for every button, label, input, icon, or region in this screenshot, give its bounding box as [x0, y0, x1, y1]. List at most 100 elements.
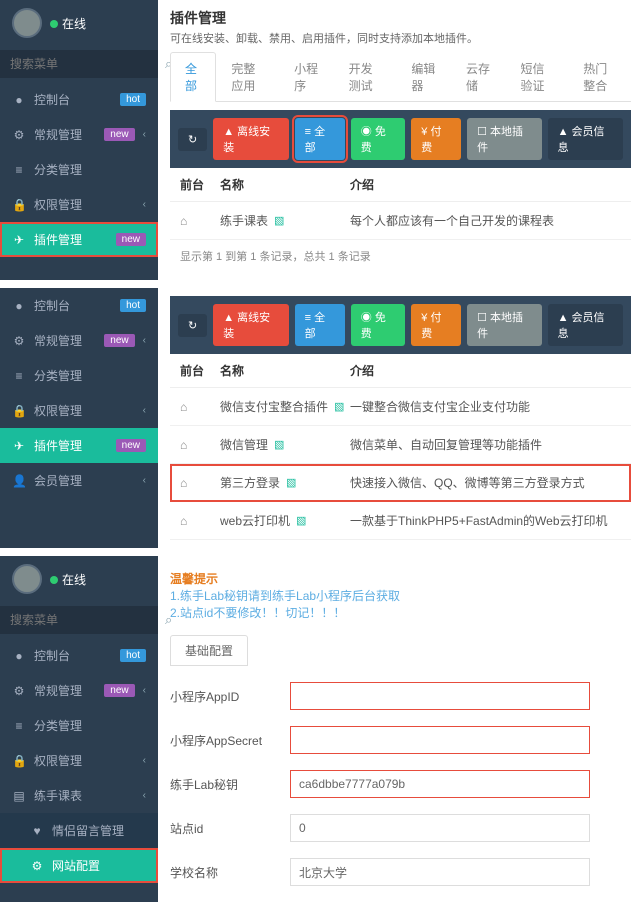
toolbar-button[interactable]: ☐ 本地插件	[467, 304, 541, 346]
table-row[interactable]: ⌂第三方登录 ▧快速接入微信、QQ、微博等第三方登录方式	[170, 464, 631, 502]
badge: new	[104, 334, 134, 347]
top-tab[interactable]: 编辑器	[396, 52, 451, 101]
table-row[interactable]: ⌂微信支付宝整合插件 ▧一键整合微信支付宝企业支付功能	[170, 388, 631, 426]
nav-label: 权限管理	[34, 196, 135, 213]
config-tab[interactable]: 基础配置	[170, 635, 248, 666]
th-front: 前台	[180, 362, 220, 379]
table-row[interactable]: ⌂web云打印机 ▧一款基于ThinkPHP5+FastAdmin的Web云打印…	[170, 502, 631, 540]
panel-3: 在线 ⌕ ●控制台hot⚙常规管理new‹≡分类管理🔒权限管理‹▤练手课表‹ ♥…	[0, 556, 643, 902]
toolbar-button[interactable]: ▲ 会员信息	[548, 304, 623, 346]
toolbar-button[interactable]: ¥ 付费	[411, 304, 461, 346]
user-area: 在线	[0, 0, 158, 46]
nav-item[interactable]: ⚙网站配置	[0, 848, 158, 883]
nav-item[interactable]: ●控制台hot	[0, 288, 158, 323]
nav-list: ●控制台hot⚙常规管理new‹≡分类管理🔒权限管理‹✈插件管理new👤会员管理…	[0, 288, 158, 498]
form-label: 站点id	[170, 820, 290, 837]
nav-label: 常规管理	[34, 332, 96, 349]
toolbar-button[interactable]: ◉ 免费	[351, 118, 406, 160]
panel-1: 在线 ⌕ ●控制台hot⚙常规管理new‹≡分类管理🔒权限管理‹✈插件管理new…	[0, 0, 643, 280]
top-tab[interactable]: 云存储	[451, 52, 506, 101]
sidebar: ●控制台hot⚙常规管理new‹≡分类管理🔒权限管理‹✈插件管理new👤会员管理…	[0, 288, 158, 548]
nav-item[interactable]: ✈插件管理new	[0, 428, 158, 463]
top-tab[interactable]: 开发测试	[334, 52, 397, 101]
cell-front: ⌂	[180, 214, 220, 228]
toolbar-button[interactable]: ▲ 离线安装	[213, 304, 288, 346]
table-row[interactable]: ⌂微信管理 ▧微信菜单、自动回复管理等功能插件	[170, 426, 631, 464]
form-input[interactable]	[290, 682, 590, 710]
nav-label: 控制台	[34, 91, 112, 108]
nav-item[interactable]: ⚙常规管理new‹	[0, 323, 158, 358]
main: ↻▲ 离线安装≡ 全部◉ 免费¥ 付费☐ 本地插件▲ 会员信息 前台 名称 介绍…	[158, 288, 643, 548]
sub-nav: ♥情侣留言管理⚙网站配置	[0, 813, 158, 883]
table-row[interactable]: ⌂练手课表 ▧每个人都应该有一个自己开发的课程表	[170, 202, 631, 240]
cell-name: 微信管理 ▧	[220, 436, 350, 453]
top-tab[interactable]: 全部	[170, 52, 216, 102]
form-input[interactable]	[290, 726, 590, 754]
toolbar-button[interactable]: ☐ 本地插件	[467, 118, 541, 160]
nav-label: 常规管理	[34, 682, 96, 699]
nav-label: 权限管理	[34, 402, 135, 419]
nav-item[interactable]: ✈插件管理new	[0, 222, 158, 257]
toolbar-button[interactable]: ↻	[178, 314, 207, 337]
toolbar-button[interactable]: ▲ 离线安装	[213, 118, 288, 160]
cell-desc: 一款基于ThinkPHP5+FastAdmin的Web云打印机	[350, 512, 621, 529]
form-input[interactable]	[290, 814, 590, 842]
form-input[interactable]	[290, 770, 590, 798]
nav-icon: ✈	[12, 233, 26, 247]
nav-icon: ▤	[12, 789, 26, 803]
nav-item[interactable]: ⚙常规管理new‹	[0, 117, 158, 152]
chevron-icon: ‹	[143, 335, 146, 346]
nav-item[interactable]: 🔒权限管理‹	[0, 393, 158, 428]
top-tab[interactable]: 热门整合	[568, 52, 631, 101]
cell-front: ⌂	[180, 400, 220, 414]
toolbar-button[interactable]: ¥ 付费	[411, 118, 461, 160]
badge: new	[116, 439, 146, 452]
form-row: 站点id	[170, 806, 631, 850]
toolbar-button[interactable]: ≡ 全部	[295, 304, 345, 346]
form-row: 练手Lab秘钥	[170, 762, 631, 806]
toolbar-button[interactable]: ◉ 免费	[351, 304, 406, 346]
nav-item[interactable]: 👤会员管理‹	[0, 463, 158, 498]
top-tab[interactable]: 完整应用	[216, 52, 279, 101]
nav-icon: ●	[12, 649, 26, 663]
tip-line: 1.练手Lab秘钥请到练手Lab小程序后台获取	[170, 587, 631, 604]
cell-front: ⌂	[180, 514, 220, 528]
nav-icon: 🔒	[12, 754, 26, 768]
nav-item[interactable]: 🔒权限管理‹	[0, 743, 158, 778]
toolbar-button[interactable]: ≡ 全部	[295, 118, 345, 160]
form-input[interactable]	[290, 858, 590, 886]
nav-label: 练手课表	[34, 787, 135, 804]
image-icon: ▧	[274, 438, 284, 451]
nav-item[interactable]: 🔒 权限管理 ‹	[0, 187, 158, 222]
toolbar: ↻ ▲ 离线安装≡ 全部◉ 免费¥ 付费☐ 本地插件▲ 会员信息	[170, 296, 631, 354]
th-front: 前台	[180, 176, 220, 193]
chevron-icon: ‹	[143, 199, 146, 210]
nav-item[interactable]: ●控制台hot	[0, 638, 158, 673]
nav-item[interactable]: ▤练手课表‹	[0, 778, 158, 813]
nav-item[interactable]: ●控制台hot	[0, 82, 158, 117]
page-title-area: 插件管理 可在线安装、卸载、禁用、启用插件，同时支持添加本地插件。	[170, 8, 631, 46]
avatar[interactable]	[12, 8, 42, 38]
nav-item[interactable]: ≡分类管理	[0, 358, 158, 393]
search-input[interactable]	[10, 57, 165, 71]
cell-name: 练手课表 ▧	[220, 212, 350, 229]
nav-label: 权限管理	[34, 752, 135, 769]
nav-icon: ●	[12, 299, 26, 313]
search-input[interactable]	[10, 613, 165, 627]
nav-item[interactable]: ≡分类管理	[0, 708, 158, 743]
nav-list: ●控制台hot⚙常规管理new‹≡分类管理🔒权限管理‹▤练手课表‹	[0, 638, 158, 813]
toolbar-button[interactable]: ↻	[178, 128, 207, 151]
nav-icon: 👤	[12, 474, 26, 488]
top-tab[interactable]: 小程序	[279, 52, 334, 101]
cell-name: 微信支付宝整合插件 ▧	[220, 398, 350, 415]
badge: hot	[120, 93, 146, 106]
nav-icon: 🔒	[12, 198, 26, 212]
nav-item[interactable]: ⚙常规管理new‹	[0, 673, 158, 708]
nav-item[interactable]: ♥情侣留言管理	[0, 813, 158, 848]
nav-icon: ≡	[12, 163, 26, 177]
toolbar-button[interactable]: ▲ 会员信息	[548, 118, 623, 160]
top-tab[interactable]: 短信验证	[506, 52, 569, 101]
th-name: 名称	[220, 362, 350, 379]
avatar[interactable]	[12, 564, 42, 594]
nav-item[interactable]: ≡分类管理	[0, 152, 158, 187]
